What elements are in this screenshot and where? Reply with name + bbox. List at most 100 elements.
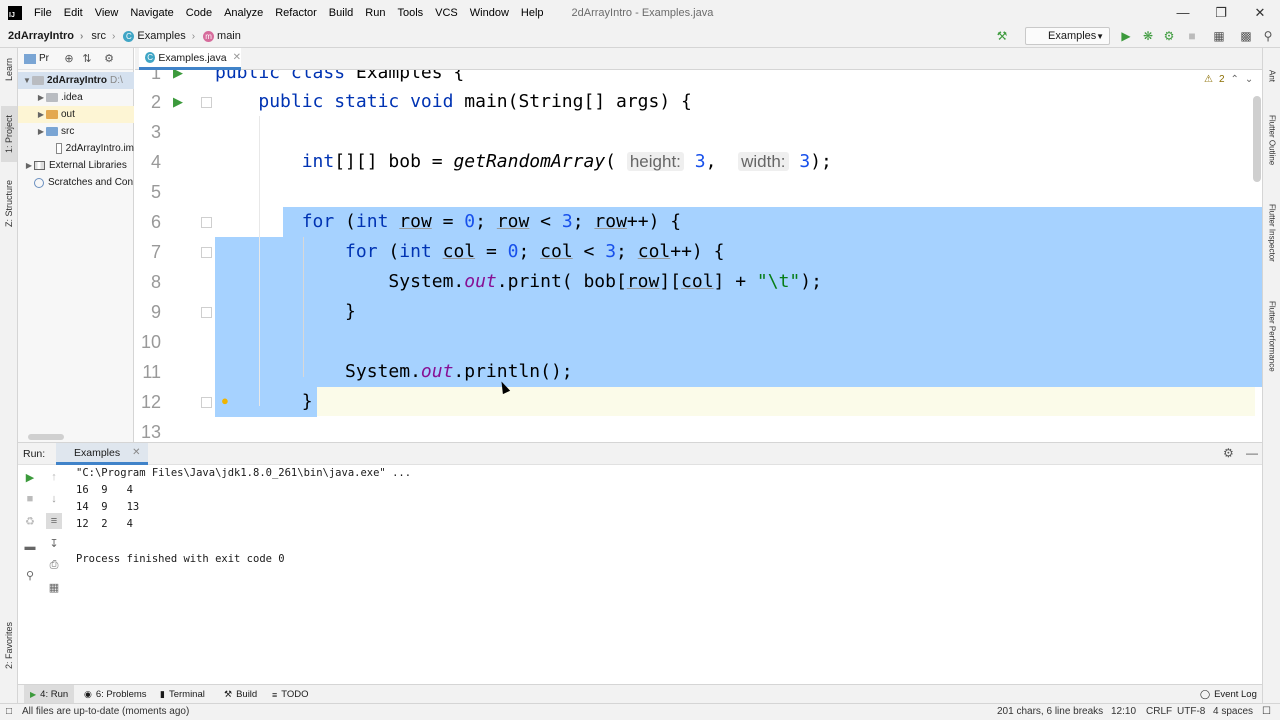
run-gutter-icon[interactable]: ▶ — [173, 70, 185, 79]
fold-marker-icon[interactable] — [201, 97, 212, 108]
menu-navigate[interactable]: Navigate — [124, 7, 179, 19]
stop-icon[interactable]: ■ — [1184, 28, 1200, 44]
tab-examples-java[interactable]: C Examples.java ✕ — [139, 48, 241, 70]
layout-icon[interactable]: ▩ — [1238, 28, 1254, 44]
close-tab-icon[interactable]: ✕ — [132, 447, 140, 458]
status-message: All files are up-to-date (moments ago) — [22, 706, 190, 717]
flutter-outline-tab[interactable]: Flutter Outline — [1265, 110, 1279, 170]
scroll-to-end-icon[interactable]: ↧ — [46, 535, 62, 551]
console-output[interactable]: "C:\Program Files\Java\jdk1.8.0_261\bin\… — [76, 467, 1246, 683]
tab-build[interactable]: ⚒ Build — [224, 685, 257, 704]
menu-run[interactable]: Run — [359, 7, 391, 19]
gear-icon[interactable]: ⚙ — [1223, 446, 1234, 460]
flutter-performance-tab[interactable]: Flutter Performance — [1265, 296, 1279, 376]
minimize-button[interactable]: — — [1164, 0, 1202, 25]
caret-position[interactable]: 12:10 — [1111, 706, 1136, 717]
editor-vscrollbar[interactable] — [1253, 96, 1261, 182]
project-view-label[interactable]: Pr — [39, 53, 49, 64]
menu-tools[interactable]: Tools — [391, 7, 429, 19]
breadcrumb-project[interactable]: 2dArrayIntro › — [0, 30, 83, 42]
down-arrow-icon[interactable]: ↓ — [46, 491, 62, 507]
menu-edit[interactable]: Edit — [58, 7, 89, 19]
tree-item-idea[interactable]: ▶ .idea — [18, 89, 134, 106]
flutter-inspector-tab[interactable]: Flutter Inspector — [1265, 198, 1279, 268]
menu-file[interactable]: File — [28, 7, 58, 19]
breadcrumb-src[interactable]: src › — [83, 30, 115, 42]
tree-item-out[interactable]: ▶ out — [18, 106, 134, 123]
structure-tool-tab[interactable]: Z: Structure — [1, 176, 17, 230]
project-hscrollbar[interactable] — [28, 434, 64, 440]
search-icon[interactable]: ⚲ — [1260, 28, 1276, 44]
lock-icon[interactable]: ☐ — [1262, 706, 1271, 717]
tree-item-project-root[interactable]: ▼ 2dArrayIntro D:\ — [18, 72, 134, 89]
menu-code[interactable]: Code — [180, 7, 218, 19]
tab-todo[interactable]: ≡ TODO — [272, 685, 309, 704]
collapse-all-icon[interactable]: ⇅ — [79, 51, 95, 67]
line-number: 12 — [140, 392, 161, 412]
fold-marker-icon[interactable] — [201, 217, 212, 228]
build-hammer-icon: ⚒ — [224, 689, 233, 699]
print-icon[interactable]: ⎙ — [46, 557, 62, 573]
breadcrumb-class[interactable]: C Examples › — [115, 30, 195, 42]
project-structure-icon[interactable]: ▦ — [1211, 28, 1227, 44]
trash-icon[interactable]: ▦ — [46, 579, 62, 595]
debug-icon[interactable]: ❋ — [1140, 28, 1156, 44]
build-hammer-icon[interactable]: ⚒ — [994, 28, 1010, 44]
gear-icon[interactable]: ⚙ — [101, 51, 117, 67]
close-window-button[interactable]: ✕ — [1241, 0, 1279, 25]
run-gutter-icon[interactable]: ▶ — [173, 95, 185, 108]
fold-marker-icon[interactable] — [201, 247, 212, 258]
menu-help[interactable]: Help — [515, 7, 550, 19]
fold-marker-icon[interactable] — [201, 397, 212, 408]
close-tab-icon[interactable]: ✕ — [233, 52, 241, 63]
menu-build[interactable]: Build — [323, 7, 359, 19]
tab-terminal[interactable]: ▮ Terminal — [160, 685, 205, 704]
tree-item-src[interactable]: ▶ src — [18, 123, 134, 140]
stop-icon[interactable]: ■ — [22, 491, 38, 507]
fold-marker-icon[interactable] — [201, 307, 212, 318]
favorites-tool-tab[interactable]: 2: Favorites — [1, 614, 17, 676]
project-tool-tab[interactable]: 1: Project — [1, 106, 17, 162]
chevron-up-icon[interactable]: ⌃ — [1231, 74, 1239, 85]
breadcrumb-method[interactable]: m main — [195, 30, 241, 42]
menu-vcs[interactable]: VCS — [429, 7, 464, 19]
maximize-button[interactable]: ❐ — [1202, 0, 1240, 25]
line-separator[interactable]: CRLF — [1146, 706, 1172, 717]
tab-run-examples[interactable]: Examples ✕ — [56, 443, 148, 465]
tab-problems[interactable]: ◉ 6: Problems — [84, 685, 147, 704]
pin-icon[interactable]: ⚲ — [22, 567, 38, 583]
camera-icon[interactable]: ▬ — [22, 539, 38, 555]
coverage-icon[interactable]: ⚙ — [1161, 28, 1177, 44]
indent-setting[interactable]: 4 spaces — [1213, 706, 1253, 717]
restore-layout-icon[interactable]: ♻ — [22, 513, 38, 529]
terminal-icon: ▮ — [160, 689, 165, 699]
tab-label: Examples.java — [158, 51, 227, 64]
tab-event-log[interactable]: ◯ Event Log — [1200, 685, 1257, 704]
tab-run[interactable]: ▶ 4: Run — [24, 685, 75, 704]
soft-wrap-icon[interactable]: ≡ — [46, 513, 62, 529]
menu-window[interactable]: Window — [464, 7, 515, 19]
learn-tab[interactable]: Learn — [1, 52, 17, 86]
locate-icon[interactable]: ⊕ — [61, 51, 77, 67]
menu-view[interactable]: View — [89, 7, 125, 19]
code-editor[interactable]: 1 2 3 4 5 6 7 8 9 10 11 12 13 ▶ ▶ ● publ… — [135, 70, 1262, 442]
caret-line-highlight — [215, 386, 1255, 416]
tree-item-external-libraries[interactable]: ▶ External Libraries — [18, 157, 134, 174]
tree-item-scratches[interactable]: Scratches and Con — [18, 174, 134, 191]
ant-tab[interactable]: Ant — [1265, 66, 1279, 86]
file-encoding[interactable]: UTF-8 — [1177, 706, 1205, 717]
up-arrow-icon[interactable]: ↑ — [46, 469, 62, 485]
menu-refactor[interactable]: Refactor — [269, 7, 323, 19]
tree-item-label: out — [61, 109, 75, 120]
tree-item-label: 2dArrayIntro — [47, 75, 108, 86]
tree-item-iml[interactable]: 2dArrayIntro.im — [18, 140, 134, 157]
chevron-down-icon[interactable]: ⌄ — [1245, 74, 1253, 85]
menu-analyze[interactable]: Analyze — [218, 7, 269, 19]
rerun-icon[interactable]: ▶ — [22, 469, 38, 485]
run-configuration-select[interactable]: Examples ▼ — [1025, 27, 1110, 45]
inspection-widget[interactable]: ⚠ 2 ⌃ ⌄ — [1204, 74, 1253, 85]
run-icon[interactable]: ▶ — [1118, 28, 1134, 44]
hide-panel-icon[interactable]: — — [1246, 446, 1258, 460]
toggle-tool-windows-icon[interactable]: □ — [6, 706, 12, 717]
menu-bar: IJ File Edit View Navigate Code Analyze … — [0, 0, 1280, 25]
